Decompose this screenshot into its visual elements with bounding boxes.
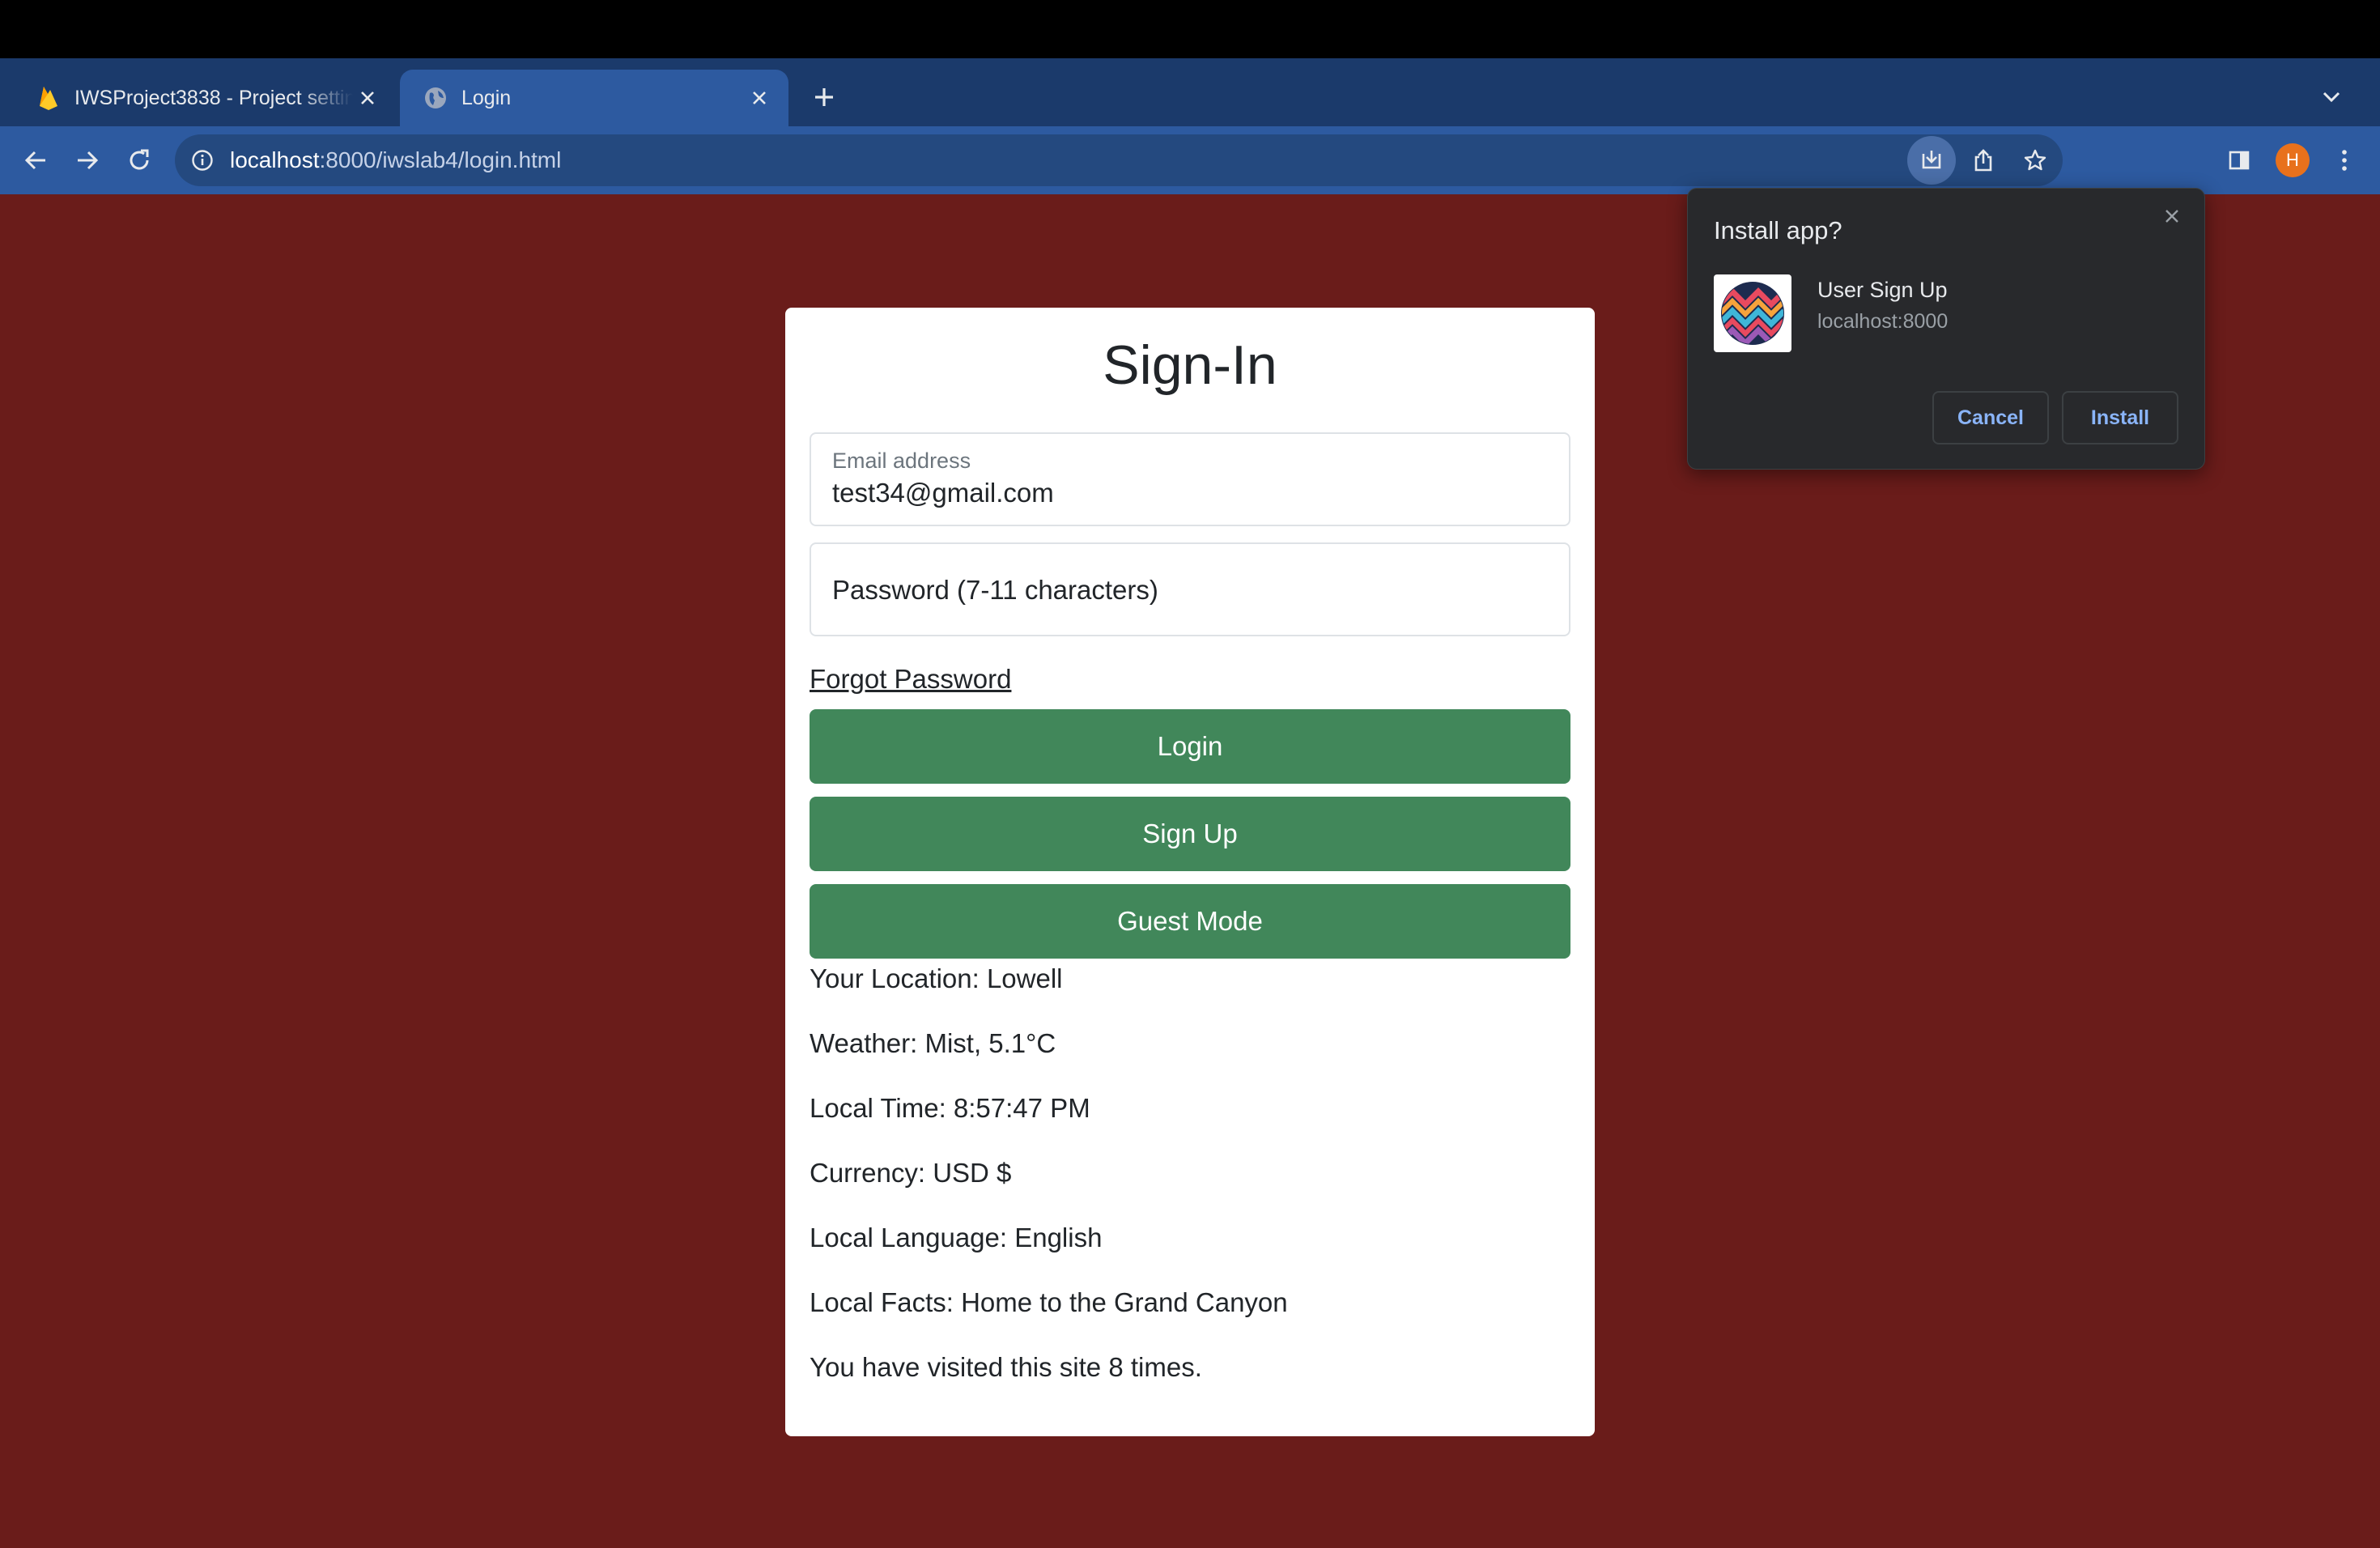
password-placeholder: Password (7-11 characters) — [832, 575, 1158, 605]
close-icon[interactable] — [2156, 200, 2188, 232]
email-field[interactable]: Email address test34@gmail.com — [810, 432, 1570, 526]
install-icon — [1922, 151, 1941, 169]
arrow-left-icon — [24, 151, 45, 170]
chevron-down-icon — [2323, 91, 2340, 103]
dialog-title: Install app? — [1714, 216, 1842, 245]
login-button[interactable]: Login — [810, 709, 1570, 784]
url-path: :8000/iwslab4/login.html — [319, 147, 562, 172]
local-facts-text: Local Facts: Home to the Grand Canyon — [810, 1287, 1288, 1317]
reload-icon — [130, 149, 149, 170]
back-button[interactable] — [16, 141, 55, 180]
app-icon — [1714, 274, 1791, 352]
language-text: Local Language: English — [810, 1223, 1103, 1252]
tab-search-button[interactable] — [2315, 81, 2348, 113]
url-host: localhost — [230, 147, 320, 172]
signin-card: Sign-In Email address test34@gmail.com P… — [785, 308, 1595, 1436]
share-button[interactable] — [1959, 136, 2008, 185]
weather-text: Weather: Mist, 5.1°C — [810, 1028, 1056, 1058]
tab-login[interactable]: Login — [400, 70, 788, 126]
new-tab-button[interactable] — [808, 81, 840, 113]
signup-button[interactable]: Sign Up — [810, 797, 1570, 871]
bookmark-button[interactable] — [2011, 136, 2059, 185]
menu-button[interactable] — [2325, 141, 2364, 180]
plus-icon — [815, 88, 833, 106]
browser-toolbar: localhost:8000/iwslab4/login.html H — [0, 126, 2380, 194]
install-app-button[interactable] — [1907, 136, 1956, 185]
cancel-button[interactable]: Cancel — [1932, 391, 2049, 444]
install-button[interactable]: Install — [2062, 391, 2178, 444]
email-value: test34@gmail.com — [832, 478, 1054, 508]
install-app-dialog: Install app? User Sign Up localhost:8000… — [1687, 188, 2205, 470]
currency-text: Currency: USD $ — [810, 1158, 1012, 1188]
info-icon[interactable] — [189, 147, 215, 173]
close-icon[interactable] — [353, 83, 382, 113]
forgot-password-link[interactable]: Forgot Password — [810, 664, 1011, 695]
avatar: H — [2276, 143, 2310, 177]
app-name: User Sign Up — [1817, 278, 1948, 302]
side-panel-button[interactable] — [2220, 141, 2259, 180]
globe-icon — [421, 83, 450, 113]
local-time-text: Local Time: 8:57:47 PM — [810, 1093, 1090, 1123]
share-icon — [1974, 149, 1992, 172]
app-origin: localhost:8000 — [1817, 310, 1949, 333]
tab-project-settings[interactable]: IWSProject3838 - Project settings — [13, 70, 397, 126]
os-menu-bar — [0, 0, 2380, 58]
visit-count-text: You have visited this site 8 times. — [810, 1352, 1202, 1382]
firebase-icon — [34, 83, 63, 113]
forward-button[interactable] — [68, 141, 107, 180]
tab-strip: IWSProject3838 - Project settings Login — [0, 58, 2380, 126]
arrow-right-icon — [78, 151, 99, 170]
kebab-menu-icon — [2342, 150, 2347, 171]
side-panel-icon — [2229, 151, 2250, 170]
email-label: Email address — [832, 449, 971, 473]
password-field[interactable]: Password (7-11 characters) — [810, 542, 1570, 636]
tab-title: IWSProject3838 - Project settings — [74, 86, 353, 109]
url-text[interactable]: localhost:8000/iwslab4/login.html — [230, 147, 561, 173]
tab-title: Login — [461, 86, 512, 109]
star-icon — [2024, 149, 2046, 171]
page-title: Sign-In — [1103, 334, 1277, 396]
address-bar[interactable]: localhost:8000/iwslab4/login.html — [175, 134, 2063, 186]
guest-mode-button[interactable]: Guest Mode — [810, 884, 1570, 959]
reload-button[interactable] — [120, 141, 159, 180]
close-icon[interactable] — [745, 83, 774, 113]
profile-button[interactable]: H — [2273, 141, 2312, 180]
location-text: Your Location: Lowell — [810, 963, 1063, 993]
